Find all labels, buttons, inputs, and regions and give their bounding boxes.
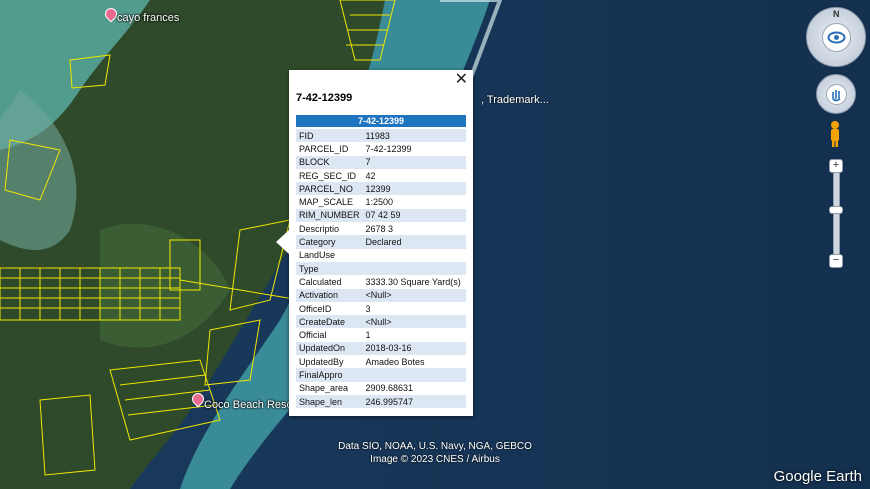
attribute-row: UpdatedBy Amadeo Botes — [296, 355, 466, 369]
attribute-key: MAP_SCALE — [296, 195, 363, 209]
attribute-key: RIM_NUMBER — [296, 208, 363, 223]
eye-icon[interactable] — [822, 23, 851, 52]
attribute-key: Descriptio — [296, 222, 363, 236]
attribute-row: Activation <Null> — [296, 288, 466, 302]
zoom-in-button[interactable]: + — [829, 159, 843, 173]
popup-title: 7-42-12399 — [296, 92, 353, 104]
attribute-value: 3 — [362, 301, 466, 316]
attribute-key: PARCEL_ID — [296, 142, 363, 156]
attribute-value: <Null> — [362, 288, 466, 302]
trademark-text: , Trademark... — [481, 94, 549, 106]
place-label-cayo-frances[interactable]: cayo frances — [117, 12, 179, 24]
attribute-row: LandUse — [296, 248, 466, 262]
attribute-key: PARCEL_NO — [296, 182, 363, 196]
attribute-value: 2909.68631 — [362, 381, 466, 395]
attribute-key: REG_SEC_ID — [296, 168, 363, 183]
attribute-value: 7-42-12399 — [362, 142, 466, 156]
move-control[interactable] — [816, 74, 856, 114]
attribute-row: RIM_NUMBER 07 42 59 — [296, 208, 466, 223]
google-earth-logo: Google Earth — [773, 468, 862, 485]
attribute-row: Descriptio 2678 3 — [296, 222, 466, 236]
attribute-value: 1:2500 — [362, 195, 466, 209]
attribute-key: BLOCK — [296, 155, 363, 169]
attribute-value: 1 — [362, 328, 466, 342]
attribute-row: Calculated 3333.30 Square Yard(s) — [296, 275, 466, 289]
attribute-row: PARCEL_NO 12399 — [296, 182, 466, 196]
attribute-key: Shape_area — [296, 381, 363, 395]
attribute-key: Official — [296, 328, 363, 342]
attribute-value: 246.995747 — [362, 394, 466, 409]
attribute-row: FID 11983 — [296, 129, 466, 143]
attribute-value: 12399 — [362, 182, 466, 196]
attribute-value: 07 42 59 — [362, 208, 466, 223]
hand-icon[interactable] — [826, 84, 847, 105]
attribute-value: 42 — [362, 168, 466, 183]
zoom-out-button[interactable]: − — [829, 254, 843, 268]
attribute-value — [362, 261, 466, 276]
attribute-key: CreateDate — [296, 315, 363, 329]
attribute-value — [362, 248, 466, 262]
attribute-key: UpdatedBy — [296, 355, 363, 369]
attribute-row: Official 1 — [296, 328, 466, 342]
attribute-row: PARCEL_ID 7-42-12399 — [296, 142, 466, 156]
attribution-line-2: Image © 2023 CNES / Airbus — [370, 454, 500, 465]
attribute-key: Activation — [296, 288, 363, 302]
attribute-row: Shape_len 246.995747 — [296, 394, 466, 409]
place-label-coco-beach[interactable]: Coco Beach Reso — [204, 399, 293, 411]
attribute-row: FinalAppro — [296, 368, 466, 382]
attribute-key: FinalAppro — [296, 368, 363, 382]
attribute-row: UpdatedOn 2018-03-16 — [296, 341, 466, 356]
attribute-row: CreateDate <Null> — [296, 315, 466, 329]
attribute-row: Shape_area 2909.68631 — [296, 381, 466, 395]
attribute-key: Category — [296, 235, 363, 249]
close-icon[interactable]: ✕ — [455, 71, 468, 89]
attribute-value: 2018-03-16 — [362, 341, 466, 356]
attribute-key: Type — [296, 261, 363, 276]
zoom-slider-thumb[interactable] — [829, 206, 843, 214]
street-view-pegman-icon[interactable] — [828, 120, 842, 148]
attribute-value: 11983 — [362, 129, 466, 143]
parcel-info-popup: ✕ 7-42-12399 7-42-12399 FID 11983 PARCEL_I… — [276, 70, 473, 416]
attribute-row: Category Declared — [296, 235, 466, 249]
attribute-row: MAP_SCALE 1:2500 — [296, 195, 466, 209]
attribute-row: BLOCK 7 — [296, 155, 466, 169]
attribution-line-1: Data SIO, NOAA, U.S. Navy, NGA, GEBCO — [338, 441, 532, 452]
attribute-table-header: 7-42-12399 — [296, 115, 466, 127]
attribute-value: 3333.30 Square Yard(s) — [362, 275, 466, 289]
attribute-row: OfficeID 3 — [296, 301, 466, 316]
attribute-table: FID 11983 PARCEL_ID 7-42-12399 BLOCK 7 REG_SEC… — [296, 129, 466, 409]
attribute-value: <Null> — [362, 315, 466, 329]
attribute-value: Declared — [362, 235, 466, 249]
attribute-key: OfficeID — [296, 301, 363, 316]
attribute-key: UpdatedOn — [296, 341, 363, 356]
attribute-value: 7 — [362, 155, 466, 169]
attribute-key: Shape_len — [296, 394, 363, 409]
attribute-value — [362, 368, 466, 382]
attribute-key: LandUse — [296, 248, 363, 262]
look-compass-control[interactable]: N — [806, 7, 866, 67]
attribute-value: Amadeo Botes — [362, 355, 466, 369]
attribute-row: Type — [296, 261, 466, 276]
attribute-key: Calculated — [296, 275, 363, 289]
north-indicator-icon[interactable]: N — [833, 9, 840, 19]
attribute-row: REG_SEC_ID 42 — [296, 168, 466, 183]
attribute-key: FID — [296, 129, 363, 143]
attribute-value: 2678 3 — [362, 222, 466, 236]
